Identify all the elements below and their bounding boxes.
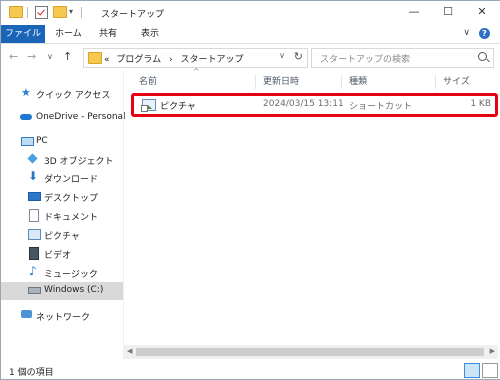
title-bar: ▾ スタートアップ — ☐ ✕ xyxy=(1,1,500,25)
sidebar-item-pictures[interactable]: ピクチャ xyxy=(1,226,123,244)
navigation-pane: ★ クイック アクセス OneDrive - Personal PC 3D オブ… xyxy=(1,71,126,361)
breadcrumb-item-programs[interactable]: プログラム xyxy=(116,55,161,65)
breadcrumb-separator[interactable]: › xyxy=(169,55,173,65)
maximize-button[interactable]: ☐ xyxy=(431,1,465,25)
sidebar-item-onedrive[interactable]: OneDrive - Personal xyxy=(1,109,126,127)
tab-view[interactable]: 表示 xyxy=(141,25,159,43)
search-placeholder: スタートアップの検索 xyxy=(320,55,411,65)
address-dropdown-icon[interactable]: ∨ xyxy=(279,51,285,60)
up-button[interactable]: ↑ xyxy=(63,50,72,63)
shortcut-icon xyxy=(141,99,156,112)
scroll-right-icon[interactable]: ▶ xyxy=(490,347,495,355)
properties-icon[interactable] xyxy=(35,6,48,19)
minimize-button[interactable]: — xyxy=(397,1,431,25)
refresh-icon[interactable]: ↻ xyxy=(294,50,303,63)
sidebar-item-label: ビデオ xyxy=(44,251,72,261)
sidebar-item-label: ネットワーク xyxy=(36,313,91,323)
sidebar-item-label: デスクトップ xyxy=(44,194,99,204)
details-view-icon[interactable] xyxy=(464,363,480,378)
column-divider[interactable] xyxy=(255,75,256,89)
sidebar-item-label: 3D オブジェクト xyxy=(44,157,114,167)
search-icon xyxy=(478,52,487,61)
pictures-icon xyxy=(28,229,41,240)
download-icon: ⬇ xyxy=(28,169,39,183)
scrollbar-thumb[interactable] xyxy=(136,348,484,356)
address-bar[interactable]: « プログラム › スタートアップ ∨ ↻ xyxy=(83,48,308,68)
column-header-size[interactable]: サイズ xyxy=(443,73,470,91)
file-modified: 2024/03/15 13:11 xyxy=(263,99,344,109)
cloud-icon xyxy=(20,114,32,120)
customize-quick-access-icon[interactable]: ▾ xyxy=(69,7,73,16)
window-title: スタートアップ xyxy=(101,10,165,20)
table-row[interactable]: ピクチャ 2024/03/15 13:11 ショートカット 1 KB xyxy=(131,93,498,117)
column-divider[interactable] xyxy=(341,75,342,89)
file-size: 1 KB xyxy=(470,99,491,109)
folder-icon xyxy=(9,6,23,18)
horizontal-scrollbar[interactable]: ◀ ▶ xyxy=(124,345,498,359)
folder-icon xyxy=(88,52,102,64)
sidebar-item-label: ドキュメント xyxy=(44,213,99,223)
column-header-modified[interactable]: 更新日時 xyxy=(263,73,299,91)
file-type: ショートカット xyxy=(349,102,413,112)
new-folder-icon[interactable] xyxy=(53,6,67,18)
tab-file[interactable]: ファイル xyxy=(1,25,45,43)
sidebar-item-3d-objects[interactable]: 3D オブジェクト xyxy=(1,151,123,169)
forward-button[interactable]: → xyxy=(27,50,36,63)
back-button[interactable]: ← xyxy=(9,50,18,63)
sidebar-item-videos[interactable]: ビデオ xyxy=(1,245,123,263)
sidebar-item-documents[interactable]: ドキュメント xyxy=(1,207,123,225)
drive-icon xyxy=(28,287,41,294)
star-icon: ★ xyxy=(21,86,31,99)
address-row: ← → ∨ ↑ « プログラム › スタートアップ ∨ ↻ スタートアップの検索 xyxy=(1,44,500,70)
close-button[interactable]: ✕ xyxy=(465,1,499,25)
document-icon xyxy=(29,209,39,222)
breadcrumb: « プログラム › スタートアップ xyxy=(104,52,244,65)
sort-ascending-icon: ^ xyxy=(193,67,200,76)
sidebar-item-label: Windows (C:) xyxy=(44,285,104,295)
divider xyxy=(81,7,82,18)
3d-objects-icon xyxy=(27,153,38,164)
ribbon-expand-icon[interactable]: ∨ xyxy=(463,28,470,38)
sidebar-item-network[interactable]: ネットワーク xyxy=(1,307,123,325)
network-icon xyxy=(21,310,32,318)
column-header-name[interactable]: 名前 xyxy=(139,73,157,91)
breadcrumb-item-startup[interactable]: スタートアップ xyxy=(180,55,243,65)
desktop-icon xyxy=(28,192,41,201)
large-icons-view-icon[interactable] xyxy=(482,363,498,378)
divider xyxy=(27,7,28,18)
sidebar-item-music[interactable]: ♪ ミュージック xyxy=(1,264,123,282)
pane-divider[interactable] xyxy=(123,71,124,361)
file-list: ^ 名前 更新日時 種類 サイズ ピクチャ 2024/03/15 13:11 シ… xyxy=(129,67,500,361)
status-bar: 1 個の項目 xyxy=(1,361,500,379)
sidebar-item-pc[interactable]: PC xyxy=(1,133,123,151)
scroll-left-icon[interactable]: ◀ xyxy=(127,347,132,355)
column-divider[interactable] xyxy=(435,75,436,89)
pc-icon xyxy=(21,137,34,146)
sidebar-item-label: PC xyxy=(36,136,48,146)
breadcrumb-overflow[interactable]: « xyxy=(104,55,110,65)
column-header-type[interactable]: 種類 xyxy=(349,73,367,91)
tab-share[interactable]: 共有 xyxy=(99,25,117,43)
tab-home[interactable]: ホーム xyxy=(55,25,82,43)
sidebar-item-desktop[interactable]: デスクトップ xyxy=(1,188,123,206)
sidebar-item-label: クイック アクセス xyxy=(36,91,111,101)
music-icon: ♪ xyxy=(29,264,37,278)
explorer-window: ▾ スタートアップ — ☐ ✕ ファイル ホーム 共有 表示 ∨ ? ← → ∨… xyxy=(0,0,500,380)
file-name[interactable]: ピクチャ xyxy=(160,99,196,112)
sidebar-item-windows-c[interactable]: Windows (C:) xyxy=(1,282,123,300)
help-icon[interactable]: ? xyxy=(479,28,490,39)
recent-locations-button[interactable]: ∨ xyxy=(47,52,53,61)
item-count: 1 個の項目 xyxy=(9,368,54,378)
search-input[interactable]: スタートアップの検索 xyxy=(311,48,494,68)
sidebar-item-downloads[interactable]: ⬇ ダウンロード xyxy=(1,169,123,187)
sidebar-item-quick-access[interactable]: ★ クイック アクセス xyxy=(1,85,123,103)
video-icon xyxy=(29,247,39,260)
sidebar-item-label: ミュージック xyxy=(44,270,98,280)
sidebar-item-label: OneDrive - Personal xyxy=(36,112,126,122)
ribbon-tabs: ファイル ホーム 共有 表示 ∨ ? xyxy=(1,25,500,44)
sidebar-item-label: ピクチャ xyxy=(44,232,80,242)
sidebar-item-label: ダウンロード xyxy=(44,175,99,185)
